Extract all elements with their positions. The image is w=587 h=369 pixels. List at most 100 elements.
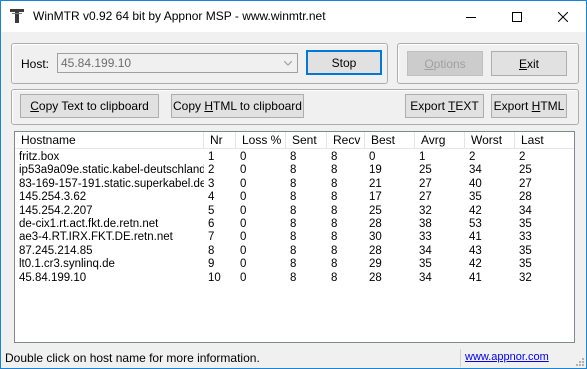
- cell-loss: 0: [240, 191, 247, 204]
- exit-button-label: Exit: [518, 56, 539, 71]
- column-header-last[interactable]: Last: [515, 132, 574, 148]
- cell-loss: 0: [240, 204, 247, 217]
- cell-hostname: 83-169-157-191.static.superkabel.de: [19, 177, 204, 190]
- minimize-button[interactable]: [448, 1, 494, 32]
- cell-loss: 0: [240, 258, 247, 271]
- cell-sent: 8: [290, 218, 297, 230]
- cell-recv: 8: [331, 164, 338, 177]
- maximize-button[interactable]: [494, 1, 540, 32]
- cell-last: 35: [519, 258, 532, 271]
- cell-recv: 8: [331, 218, 338, 230]
- column-header-sent[interactable]: Sent: [286, 132, 327, 148]
- copy-text-button[interactable]: Copy Text to clipboard: [20, 94, 159, 118]
- column-header-loss[interactable]: Loss %: [236, 132, 286, 148]
- column-header-hostname[interactable]: Hostname: [15, 132, 204, 148]
- table-row[interactable]: ae3-4.RT.IRX.FKT.DE.retn.net 7 0 8 8 30 33 41 33: [15, 230, 574, 244]
- results-table[interactable]: Hostname Nr Loss % Sent Recv Best Avrg Worst Las…: [14, 131, 575, 343]
- export-html-button-label: Export HTML: [493, 99, 565, 113]
- cell-worst: 41: [469, 231, 482, 244]
- appnor-link[interactable]: www.appnor.com: [465, 351, 549, 363]
- cell-recv: 8: [331, 191, 338, 204]
- cell-sent: 8: [290, 271, 297, 284]
- copy-html-button[interactable]: Copy HTML to clipboard: [171, 94, 304, 118]
- status-bar: Double click on host name for more infor…: [1, 347, 586, 368]
- cell-loss: 0: [240, 164, 247, 177]
- cell-recv: 8: [331, 258, 338, 271]
- cell-best: 28: [369, 271, 382, 284]
- table-row[interactable]: 45.84.199.10 10 0 8 8 28 34 41 32: [15, 271, 574, 285]
- cell-best: 0: [369, 151, 376, 163]
- cell-best: 21: [369, 177, 382, 190]
- host-combobox[interactable]: 45.84.199.10: [57, 53, 298, 73]
- cell-last: 2: [519, 151, 526, 163]
- status-separator: [460, 349, 461, 367]
- cell-nr: 2: [208, 164, 215, 177]
- cell-last: 35: [519, 218, 532, 230]
- cell-avrg: 1: [419, 151, 426, 163]
- column-header-best[interactable]: Best: [365, 132, 415, 148]
- cell-loss: 0: [240, 271, 247, 284]
- table-row[interactable]: 87.245.214.85 8 0 8 8 28 34 43 35: [15, 244, 574, 258]
- export-text-button[interactable]: Export TEXT: [405, 94, 484, 118]
- export-html-button[interactable]: Export HTML: [491, 94, 567, 118]
- cell-best: 28: [369, 244, 382, 257]
- cell-loss: 0: [240, 218, 247, 230]
- cell-nr: 9: [208, 258, 215, 271]
- exit-button[interactable]: Exit: [491, 51, 567, 76]
- cell-best: 28: [369, 218, 382, 230]
- cell-best: 19: [369, 164, 382, 177]
- cell-recv: 8: [331, 151, 338, 163]
- table-row[interactable]: ip53a9a09e.static.kabel-deutschland... 2 0…: [15, 163, 574, 177]
- cell-best: 30: [369, 231, 382, 244]
- column-header-worst[interactable]: Worst: [465, 132, 515, 148]
- table-row[interactable]: lt0.1.cr3.synlinq.de 9 0 8 8 29 35 42 35: [15, 257, 574, 271]
- cell-avrg: 25: [419, 164, 432, 177]
- cell-hostname: ae3-4.RT.IRX.FKT.DE.retn.net: [19, 231, 173, 244]
- table-row[interactable]: 83-169-157-191.static.superkabel.de 3 0 8 8 2…: [15, 177, 574, 191]
- cell-sent: 8: [290, 164, 297, 177]
- cell-worst: 40: [469, 177, 482, 190]
- cell-recv: 8: [331, 204, 338, 217]
- cell-worst: 34: [469, 164, 482, 177]
- cell-last: 28: [519, 191, 532, 204]
- cell-last: 25: [519, 164, 532, 177]
- close-button[interactable]: [540, 1, 586, 32]
- cell-worst: 53: [469, 218, 482, 230]
- stop-button[interactable]: Stop: [306, 50, 382, 75]
- cell-worst: 2: [469, 151, 476, 163]
- cell-hostname: de-cix1.rt.act.fkt.de.retn.net: [19, 218, 159, 230]
- cell-nr: 4: [208, 191, 215, 204]
- options-button[interactable]: Options: [407, 51, 483, 76]
- cell-best: 29: [369, 258, 382, 271]
- cell-hostname: 145.254.3.62: [19, 191, 87, 204]
- table-row[interactable]: de-cix1.rt.act.fkt.de.retn.net 6 0 8 8 28 38 53…: [15, 217, 574, 231]
- table-row[interactable]: 145.254.3.62 4 0 8 8 17 27 35 28: [15, 190, 574, 204]
- copy-text-button-label: Copy Text to clipboard: [30, 99, 149, 113]
- column-header-nr[interactable]: Nr: [204, 132, 236, 148]
- cell-best: 17: [369, 191, 382, 204]
- cell-avrg: 34: [419, 271, 432, 284]
- column-header-avrg[interactable]: Avrg: [415, 132, 465, 148]
- cell-last: 27: [519, 177, 532, 190]
- cell-nr: 3: [208, 177, 215, 190]
- table-row[interactable]: fritz.box 1 0 8 8 0 1 2 2: [15, 150, 574, 164]
- cell-nr: 10: [208, 271, 221, 284]
- cell-last: 32: [519, 271, 532, 284]
- cell-last: 33: [519, 231, 532, 244]
- maximize-icon: [512, 11, 522, 22]
- cell-last: 35: [519, 244, 532, 257]
- cell-nr: 6: [208, 218, 215, 230]
- cell-hostname: fritz.box: [19, 151, 60, 163]
- cell-avrg: 32: [419, 204, 432, 217]
- resize-grip-icon[interactable]: [574, 356, 584, 366]
- title-bar[interactable]: WinMTR v0.92 64 bit by Appnor MSP - www.…: [1, 1, 586, 32]
- cell-hostname: ip53a9a09e.static.kabel-deutschland...: [19, 164, 204, 177]
- host-dropdown-button[interactable]: [280, 55, 296, 71]
- cell-nr: 5: [208, 204, 215, 217]
- cell-nr: 1: [208, 151, 215, 163]
- table-row[interactable]: 145.254.2.207 5 0 8 8 25 32 42 34: [15, 204, 574, 218]
- cell-worst: 42: [469, 258, 482, 271]
- chevron-down-icon: [284, 60, 292, 66]
- minimize-icon: [466, 16, 476, 18]
- column-header-recv[interactable]: Recv: [327, 132, 365, 148]
